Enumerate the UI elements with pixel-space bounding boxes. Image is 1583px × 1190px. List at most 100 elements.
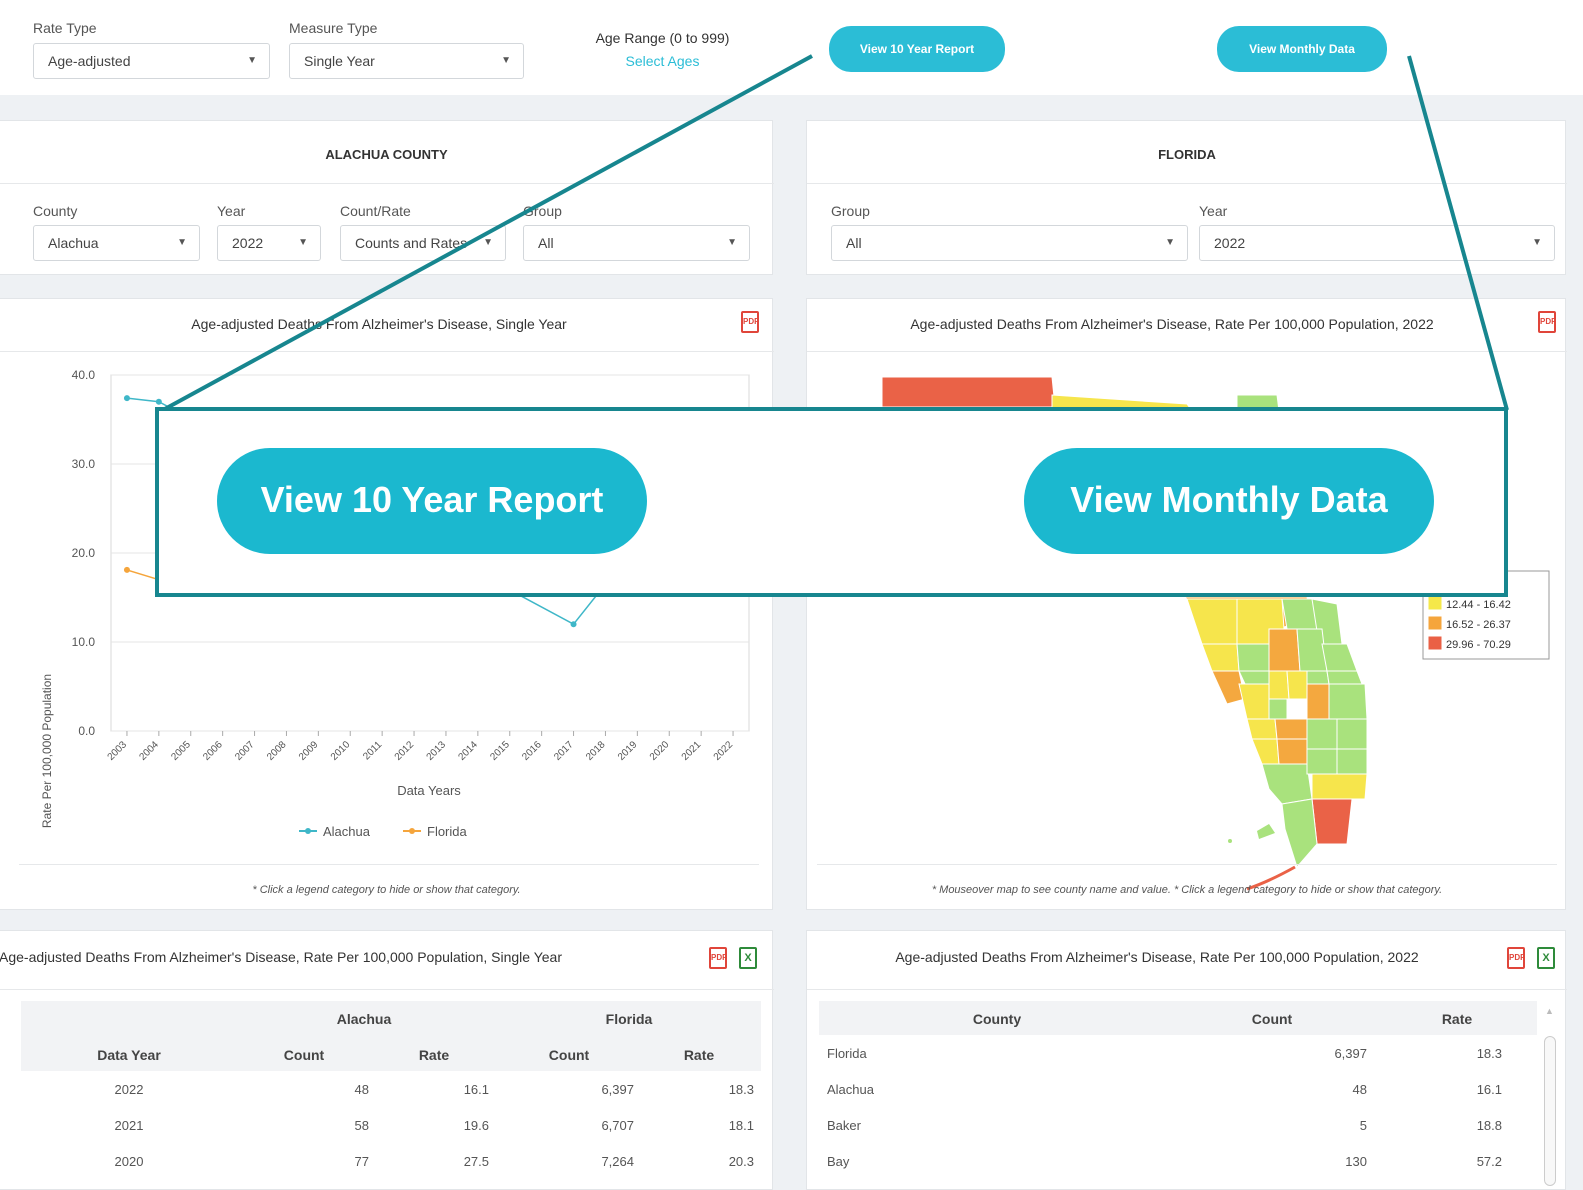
chart-note: * Click a legend category to hide or sho… — [252, 884, 521, 896]
excel-export-icon[interactable]: X — [739, 947, 757, 969]
caret-down-icon: ▼ — [1165, 237, 1175, 248]
legend-marker-florida — [409, 828, 415, 834]
county-region[interactable] — [1306, 683, 1330, 720]
state-panel-title: FLORIDA — [1158, 147, 1216, 162]
county-region[interactable] — [1246, 718, 1278, 740]
column-header-rate[interactable]: Rate — [379, 1047, 489, 1063]
count-rate-select[interactable]: Counts and Rates ▼ — [340, 225, 506, 261]
county-year-value: 2022 — [232, 235, 264, 251]
excel-export-icon[interactable]: X — [1537, 947, 1555, 969]
county-region[interactable] — [1268, 670, 1290, 700]
county-region[interactable] — [1261, 763, 1313, 805]
county-region[interactable] — [1328, 683, 1368, 720]
county-filter-panel: ALACHUA COUNTY County Alachua ▼ Year 2022… — [0, 120, 774, 275]
legend-swatch — [1428, 616, 1442, 630]
column-header-count[interactable]: Count — [509, 1047, 629, 1063]
county-region[interactable] — [1306, 670, 1330, 685]
cell-count: 6,397 — [601, 1082, 634, 1097]
county-region[interactable] — [1186, 598, 1238, 645]
view-monthly-data-button[interactable]: View Monthly Data — [1217, 26, 1387, 72]
county-region-miami-dade[interactable] — [1311, 798, 1353, 845]
county-region[interactable] — [1321, 643, 1358, 672]
column-header-rate[interactable]: Rate — [1407, 1011, 1507, 1027]
x-tick-label: 2012 — [393, 739, 417, 763]
cell-rate: 18.1 — [728, 1118, 754, 1133]
state-year-label: Year — [1199, 203, 1228, 219]
legend-label-florida: Florida — [427, 824, 468, 839]
county-region[interactable] — [1228, 839, 1232, 843]
county-region[interactable] — [1286, 670, 1308, 700]
x-tick-label: 2016 — [520, 739, 544, 763]
county-region[interactable] — [1281, 798, 1318, 869]
florida-county-map[interactable]: 3812.44 - 16.4216.52 - 26.3729.96 - 70.2… — [807, 299, 1567, 911]
count-rate-value: Counts and Rates — [355, 235, 468, 251]
zoom-callout-box: View 10 Year Report View Monthly Data — [155, 407, 1508, 597]
county-region[interactable] — [1296, 628, 1328, 672]
zoom-view-monthly-data-button[interactable]: View Monthly Data — [1024, 448, 1434, 554]
county-region-panhandle-west[interactable] — [881, 376, 1056, 408]
pdf-export-icon[interactable]: PDF — [1507, 947, 1525, 969]
cell-rate: 19.6 — [463, 1118, 489, 1133]
divider — [817, 864, 1557, 865]
caret-down-icon: ▼ — [177, 237, 187, 248]
scroll-up-icon[interactable]: ▲ — [1545, 1006, 1554, 1016]
data-point-alachua — [123, 395, 130, 402]
pdf-export-icon[interactable]: PDF — [709, 947, 727, 969]
county-region[interactable] — [1238, 670, 1270, 685]
rate-type-select[interactable]: Age-adjusted ▼ — [33, 43, 270, 79]
county-region[interactable] — [1336, 718, 1368, 750]
county-region[interactable] — [1336, 748, 1368, 775]
select-ages-link[interactable]: Select Ages — [570, 53, 755, 69]
x-tick-label: 2015 — [488, 739, 512, 763]
county-region[interactable] — [1268, 628, 1301, 672]
y-tick-label: 0.0 — [78, 724, 95, 738]
x-tick-label: 2018 — [584, 739, 608, 763]
county-region[interactable] — [1311, 773, 1368, 800]
county-region[interactable] — [1326, 670, 1363, 685]
x-tick-label: 2013 — [425, 739, 449, 763]
zoom-view-10-year-report-button[interactable]: View 10 Year Report — [217, 448, 647, 554]
county-select[interactable]: Alachua ▼ — [33, 225, 200, 261]
cell-rate: 20.3 — [728, 1154, 754, 1169]
caret-down-icon: ▼ — [501, 55, 511, 66]
x-tick-label: 2007 — [233, 739, 257, 763]
county-region[interactable] — [1251, 738, 1280, 765]
county-region[interactable] — [1236, 643, 1270, 672]
cell-count: 6,707 — [601, 1118, 634, 1133]
divider — [807, 989, 1567, 990]
column-header-county[interactable]: County — [917, 1011, 1077, 1027]
county-region[interactable] — [1257, 824, 1275, 839]
column-header-count[interactable]: Count — [244, 1047, 364, 1063]
cell-rate: 18.8 — [1476, 1118, 1502, 1133]
view-10-year-report-button[interactable]: View 10 Year Report — [829, 26, 1005, 72]
county-region[interactable] — [1274, 718, 1308, 740]
state-year-select[interactable]: 2022 ▼ — [1199, 225, 1555, 261]
chart-legend: Alachua Florida — [299, 824, 468, 839]
county-region[interactable] — [1276, 738, 1308, 765]
line-chart-panel: Age-adjusted Deaths From Alzheimer's Dis… — [0, 298, 774, 910]
data-point-florida — [123, 566, 130, 573]
scrollbar-thumb[interactable] — [1544, 1036, 1556, 1186]
column-header-count[interactable]: Count — [1207, 1011, 1337, 1027]
legend-range-label: 16.52 - 26.37 — [1446, 619, 1511, 631]
y-tick-label: 20.0 — [72, 546, 96, 560]
age-range-label: Age Range (0 to 999) — [595, 30, 730, 46]
county-region[interactable] — [1306, 748, 1338, 775]
cell-county: Bay — [827, 1154, 850, 1169]
county-region[interactable] — [1306, 718, 1338, 750]
county-region[interactable] — [1238, 683, 1270, 720]
group-header-alachua: Alachua — [336, 1011, 392, 1027]
caret-down-icon: ▼ — [298, 237, 308, 248]
cell-count: 58 — [354, 1118, 369, 1133]
cell-count: 48 — [1352, 1082, 1367, 1097]
measure-type-select[interactable]: Single Year ▼ — [289, 43, 524, 79]
column-header-data-year[interactable]: Data Year — [59, 1047, 199, 1063]
cell-count: 7,264 — [601, 1154, 634, 1169]
table-scrollbar[interactable]: ▲ — [1543, 1006, 1557, 1186]
county-region[interactable] — [1268, 698, 1288, 720]
county-region[interactable] — [1201, 643, 1240, 672]
column-header-rate[interactable]: Rate — [644, 1047, 754, 1063]
county-group-select[interactable]: All ▼ — [523, 225, 750, 261]
state-group-select[interactable]: All ▼ — [831, 225, 1188, 261]
county-year-select[interactable]: 2022 ▼ — [217, 225, 321, 261]
